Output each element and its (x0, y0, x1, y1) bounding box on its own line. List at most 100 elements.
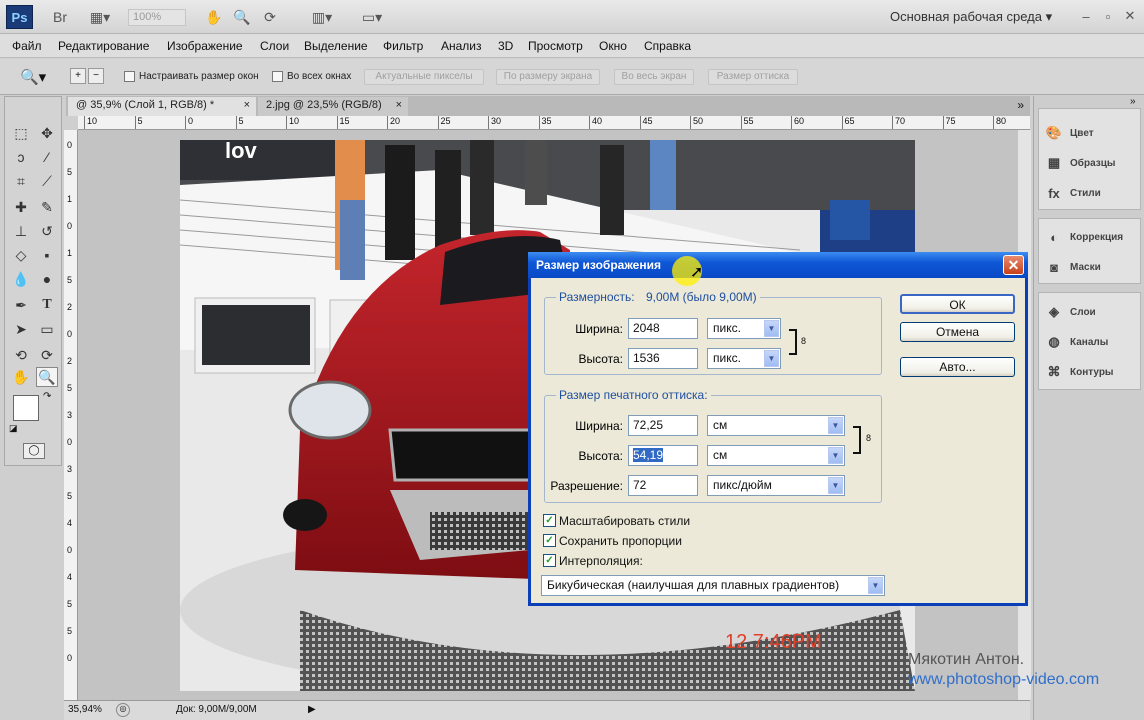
rotate-view-icon[interactable]: ⟳ (258, 8, 282, 26)
menu-view[interactable]: Просмотр (528, 39, 583, 53)
zoom-in-icon[interactable]: + (70, 68, 86, 84)
scale-styles-checkbox[interactable]: ✓ (543, 514, 556, 527)
zoom-tool-preset-icon[interactable]: 🔍▾ (20, 68, 46, 86)
pen-tool-icon[interactable]: ✒ (10, 295, 32, 315)
fill-screen-button[interactable]: Во весь экран (614, 69, 694, 85)
shape-tool-icon[interactable]: ▭ (36, 319, 58, 339)
lasso-tool-icon[interactable]: ↄ (10, 147, 32, 167)
workspace-switcher[interactable]: Основная рабочая среда ▾ (890, 9, 1052, 25)
hand-icon[interactable]: ✋ (202, 8, 226, 26)
doc-height-unit-select[interactable]: см ▼ (707, 445, 845, 466)
pixel-height-unit-select[interactable]: пикс. ▼ (707, 348, 781, 369)
dialog-close-icon[interactable]: ✕ (1003, 255, 1024, 275)
pixel-height-input[interactable]: 1536 (628, 348, 698, 369)
minimize-icon[interactable]: – (1076, 6, 1096, 26)
gradient-tool-icon[interactable]: ▪ (36, 245, 58, 265)
tab-document-2[interactable]: 2.jpg @ 23,5% (RGB/8) × (258, 97, 408, 116)
ruler-tick-label: 5 (67, 167, 73, 177)
tab-close-icon[interactable]: × (396, 99, 402, 111)
doc-width-unit-select[interactable]: см ▼ (707, 415, 845, 436)
crop-tool-icon[interactable]: ⌗ (10, 171, 32, 191)
bridge-icon[interactable]: Br (48, 8, 72, 26)
zoom-icon[interactable]: 🔍 (230, 8, 254, 26)
panel-paths[interactable]: ⌘ Контуры (1045, 361, 1114, 383)
resize-windows-checkbox[interactable] (124, 71, 135, 82)
3d-orbit-icon[interactable]: ⟳ (36, 345, 58, 365)
ruler-tick-label: 70 (892, 116, 905, 129)
magic-wand-icon[interactable]: ⁄ (36, 147, 58, 167)
menu-image[interactable]: Изображение (167, 39, 243, 53)
menu-file[interactable]: Файл (12, 39, 42, 53)
type-tool-icon[interactable]: T (36, 295, 58, 315)
resolution-unit-select[interactable]: пикс/дюйм ▼ (707, 475, 845, 496)
foreground-color-swatch[interactable] (13, 395, 39, 421)
panel-adjustments[interactable]: ◐ Коррекция (1045, 226, 1123, 248)
swap-colors-icon[interactable]: ↷ (43, 391, 51, 402)
cancel-button[interactable]: Отмена (900, 322, 1015, 342)
actual-pixels-button[interactable]: Актуальные пикселы (364, 69, 484, 85)
eyedropper-icon[interactable]: ⟋ (36, 171, 58, 191)
healing-brush-icon[interactable]: ✚ (10, 197, 32, 217)
menu-analysis[interactable]: Анализ (441, 39, 482, 53)
menu-filter[interactable]: Фильтр (383, 39, 423, 53)
marquee-tool-icon[interactable]: ⬚ (10, 123, 32, 143)
tab-close-icon[interactable]: × (244, 99, 250, 111)
screen-mode-icon[interactable]: ▭▾ (354, 8, 390, 26)
zoom-out-icon[interactable]: − (88, 68, 104, 84)
watermark-url: www.photoshop-video.com (908, 671, 1100, 688)
maximize-icon[interactable]: ▫ (1098, 6, 1118, 26)
menu-layers[interactable]: Слои (260, 39, 289, 53)
tab-active-document[interactable]: @ 35,9% (Слой 1, RGB/8) * × (68, 97, 256, 116)
panel-dock: » 🎨 Цвет ▦ Образцы fx Стили ◐ Коррекция ◙ Мас… (1033, 96, 1144, 720)
resample-checkbox[interactable]: ✓ (543, 554, 556, 567)
3d-rotate-icon[interactable]: ⟲ (10, 345, 32, 365)
all-windows-checkbox[interactable] (272, 71, 283, 82)
status-info-icon[interactable]: ◎ (116, 703, 130, 717)
view-extras-icon[interactable]: ▦▾ (84, 8, 116, 26)
dialog-titlebar[interactable]: Размер изображения ✕ (528, 252, 1028, 278)
auto-button[interactable]: Авто... (900, 357, 1015, 377)
pixel-width-input[interactable]: 2048 (628, 318, 698, 339)
panel-channels[interactable]: ◍ Каналы (1045, 331, 1108, 353)
history-brush-icon[interactable]: ↺ (36, 221, 58, 241)
panel-swatches[interactable]: ▦ Образцы (1045, 152, 1116, 174)
pixel-width-unit-select[interactable]: пикс. ▼ (707, 318, 781, 339)
fit-screen-button[interactable]: По размеру экрана (496, 69, 600, 85)
panel-layers[interactable]: ◈ Слои (1045, 301, 1096, 323)
all-windows-label: Во всех окнах (287, 71, 352, 82)
blur-tool-icon[interactable]: 💧 (10, 269, 32, 289)
menu-help[interactable]: Справка (644, 39, 691, 53)
resolution-input[interactable]: 72 (628, 475, 698, 496)
panel-color[interactable]: 🎨 Цвет (1045, 122, 1094, 144)
status-zoom[interactable]: 35,94% (68, 704, 102, 715)
panel-collapse-icon[interactable]: » (1017, 98, 1024, 112)
menu-3d[interactable]: 3D (498, 39, 513, 53)
zoom-level-combo[interactable]: 100% (128, 9, 186, 26)
quick-mask-icon[interactable]: ◯ (23, 443, 45, 459)
arrange-documents-icon[interactable]: ▥▾ (304, 8, 340, 26)
brush-tool-icon[interactable]: ✎ (36, 197, 58, 217)
clone-stamp-icon[interactable]: ⊥ (10, 221, 32, 241)
resample-method-select[interactable]: Бикубическая (наилучшая для плавных град… (541, 575, 885, 596)
doc-width-input[interactable]: 72,25 (628, 415, 698, 436)
menu-select[interactable]: Выделение (304, 39, 368, 53)
menu-edit[interactable]: Редактирование (58, 39, 149, 53)
path-select-icon[interactable]: ➤ (10, 319, 32, 339)
dodge-tool-icon[interactable]: ● (36, 269, 58, 289)
menu-window[interactable]: Окно (599, 39, 627, 53)
zoom-tool-icon[interactable]: 🔍 (36, 367, 58, 387)
ruler-tick-label: 5 (67, 383, 73, 393)
ok-button[interactable]: ОК (900, 294, 1015, 314)
panel-masks[interactable]: ◙ Маски (1045, 256, 1101, 278)
doc-height-input[interactable]: 54,19 (628, 445, 698, 466)
move-tool-icon[interactable]: ✥ (36, 123, 58, 143)
close-icon[interactable]: ✕ (1120, 6, 1140, 26)
constrain-proportions-checkbox[interactable]: ✓ (543, 534, 556, 547)
default-colors-icon[interactable]: ◪ (9, 423, 18, 434)
dock-collapse-icon[interactable]: » (1130, 96, 1136, 107)
status-menu-arrow-icon[interactable]: ▶ (308, 704, 316, 715)
panel-styles[interactable]: fx Стили (1045, 182, 1101, 204)
eraser-icon[interactable]: ◇ (10, 245, 32, 265)
hand-tool-icon[interactable]: ✋ (10, 367, 32, 387)
print-size-button[interactable]: Размер оттиска (708, 69, 798, 85)
